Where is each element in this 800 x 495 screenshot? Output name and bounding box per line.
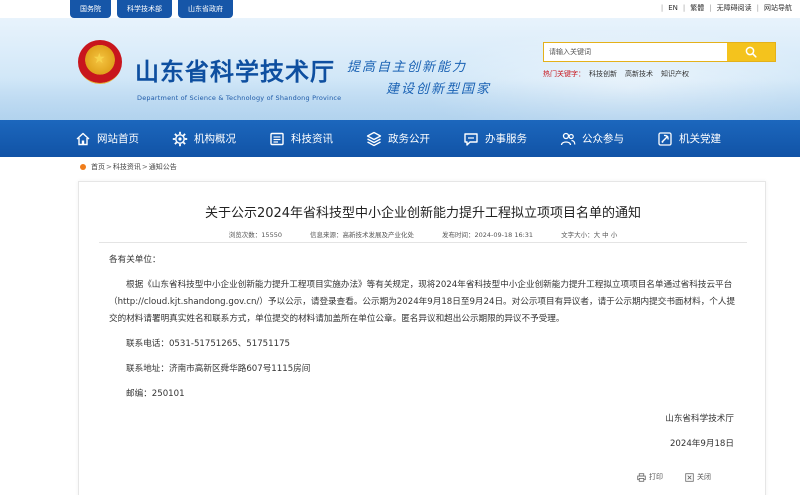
home-icon xyxy=(76,132,90,145)
nav-item-home[interactable]: 网站首页 xyxy=(75,120,139,157)
close-icon xyxy=(685,472,694,482)
article-body: 各有关单位： 根据《山东省科技型中小企业创新能力提升工程项目实施办法》等有关规定… xyxy=(109,252,739,461)
slogan-line-1: 提高自主创新能力 xyxy=(347,60,468,75)
source-value: 高新技术发展及产业化处 xyxy=(342,231,414,239)
top-link-provincial-gov[interactable]: 山东省政府 xyxy=(178,0,233,18)
nav-item-organization[interactable]: 机构概况 xyxy=(172,120,236,157)
gear-icon xyxy=(172,131,188,146)
signer: 山东省科学技术厅 xyxy=(665,414,734,424)
nav-label: 政务公开 xyxy=(388,133,430,145)
nav-item-services[interactable]: 办事服务 xyxy=(463,120,527,157)
search-icon xyxy=(745,46,757,58)
news-icon xyxy=(270,132,284,145)
article-card: 关于公示2024年省科技型中小企业创新能力提升工程拟立项项目名单的通知 浏览次数… xyxy=(78,181,766,495)
party-icon xyxy=(658,131,672,146)
print-icon xyxy=(637,472,646,482)
nav-label: 公众参与 xyxy=(582,133,624,145)
nav-item-news[interactable]: 科技资讯 xyxy=(269,120,333,157)
article-title: 关于公示2024年省科技型中小企业创新能力提升工程拟立项项目名单的通知 xyxy=(204,206,642,221)
site-subtitle: Department of Science & Technology of Sh… xyxy=(137,94,342,102)
article-actions: 打印 关闭 xyxy=(637,472,733,482)
divider xyxy=(99,242,747,243)
slogan-line-2: 建设创新型国家 xyxy=(386,82,492,97)
site-map-link[interactable]: 网站导航 xyxy=(764,3,792,13)
emblem-star-icon: ★ xyxy=(93,51,106,67)
nav-item-public-participation[interactable]: 公众参与 xyxy=(560,120,624,157)
publish-date: 2024-09-18 16:31 xyxy=(474,231,534,239)
hot-keyword[interactable]: 高新技术 xyxy=(625,69,653,79)
traditional-chinese-link[interactable]: 繁體 xyxy=(690,3,704,13)
hot-keywords: 热门关键字： 科技创新 高新技术 知识产权 xyxy=(543,69,697,79)
hot-keywords-label: 热门关键字： xyxy=(543,70,585,78)
site-header: ★ 山东省科学技术厅 Department of Science & Techn… xyxy=(0,18,800,120)
search-input[interactable] xyxy=(544,43,727,61)
nav-label: 办事服务 xyxy=(485,133,527,145)
sign-date: 2024年9月18日 xyxy=(669,439,734,449)
site-title[interactable]: 山东省科学技术厅 xyxy=(135,52,335,87)
users-icon xyxy=(560,132,576,145)
top-links-bar: 国务院 科学技术部 山东省政府 | EN | 繁體 | 无障碍阅读 | 网站导航 xyxy=(0,0,800,18)
english-link[interactable]: EN xyxy=(668,4,678,12)
top-link-state-council[interactable]: 国务院 xyxy=(70,0,111,18)
nav-label: 机构概况 xyxy=(194,133,236,145)
font-size-meta: 文字大小：大 中 小 xyxy=(561,231,618,239)
views-meta: 浏览次数：15550 xyxy=(228,231,282,239)
hot-keyword[interactable]: 科技创新 xyxy=(589,69,617,79)
top-link-most[interactable]: 科学技术部 xyxy=(117,0,172,18)
search-button[interactable] xyxy=(727,43,775,61)
views-count: 15550 xyxy=(261,231,282,239)
font-size-options[interactable]: 大 中 小 xyxy=(594,231,618,239)
article-greeting: 各有关单位： xyxy=(109,255,161,265)
source-meta: 信息来源：高新技术发展及产业化处 xyxy=(309,231,414,239)
breadcrumb-current[interactable]: 通知公告 xyxy=(149,162,177,172)
nav-item-party-building[interactable]: 机关党建 xyxy=(657,120,721,157)
print-button[interactable]: 打印 xyxy=(637,472,663,482)
breadcrumb: 首页 > 科技资讯 > 通知公告 xyxy=(80,162,177,172)
article-meta: 浏览次数：15550 信息来源：高新技术发展及产业化处 发布时间：2024-09… xyxy=(79,229,767,239)
article-paragraph: 根据《山东省科技型中小企业创新能力提升工程项目实施办法》等有关规定，现将2024… xyxy=(109,280,736,324)
search-box xyxy=(543,42,776,62)
breadcrumb-home[interactable]: 首页 xyxy=(91,162,105,172)
layers-icon xyxy=(366,131,382,146)
contact-postcode: 邮编：250101 xyxy=(126,389,185,399)
location-dot-icon xyxy=(80,164,86,170)
contact-address: 联系地址：济南市高新区舜华路607号1115房间 xyxy=(126,364,311,374)
hot-keyword[interactable]: 知识产权 xyxy=(661,69,689,79)
breadcrumb-section[interactable]: 科技资讯 xyxy=(113,162,141,172)
chat-icon xyxy=(464,132,478,146)
accessibility-link[interactable]: 无障碍阅读 xyxy=(717,3,752,13)
main-nav: 网站首页 机构概况 科技资讯 政务公开 办事服务 公众参与 机关党建 xyxy=(0,120,800,157)
nav-item-gov-affairs[interactable]: 政务公开 xyxy=(366,120,430,157)
top-right-links: | EN | 繁體 | 无障碍阅读 | 网站导航 xyxy=(660,3,792,13)
nav-label: 科技资讯 xyxy=(291,133,333,145)
nav-label: 机关党建 xyxy=(679,133,721,145)
nav-label: 网站首页 xyxy=(97,133,139,145)
date-meta: 发布时间：2024-09-18 16:31 xyxy=(441,231,534,239)
close-button[interactable]: 关闭 xyxy=(685,472,711,482)
top-links: 国务院 科学技术部 山东省政府 xyxy=(70,0,239,18)
contact-phone: 联系电话：0531-51751265、51751175 xyxy=(126,339,291,349)
